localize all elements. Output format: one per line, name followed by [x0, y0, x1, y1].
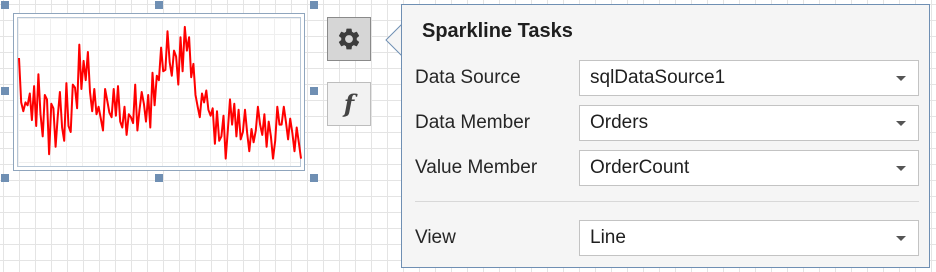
value-member-row: Value Member OrderCount — [402, 150, 929, 186]
function-icon: f — [343, 89, 355, 118]
value-member-label: Value Member — [415, 157, 538, 178]
data-source-value: sqlDataSource1 — [590, 67, 726, 88]
view-label: View — [415, 227, 456, 248]
panel-title: Sparkline Tasks — [422, 20, 573, 42]
view-value: Line — [590, 227, 626, 248]
expression-button[interactable]: f — [327, 82, 371, 126]
sparkline-control[interactable] — [13, 13, 305, 171]
value-member-value: OrderCount — [590, 157, 690, 178]
sparkline-line — [18, 25, 302, 160]
view-dropdown[interactable]: Line — [579, 220, 919, 256]
resize-handle-bottom-center[interactable] — [155, 174, 163, 182]
view-row: View Line — [402, 220, 929, 256]
data-member-dropdown[interactable]: Orders — [579, 105, 919, 141]
chevron-down-icon — [896, 121, 906, 126]
sparkline-tasks-panel: Sparkline Tasks Data Source sqlDataSourc… — [401, 4, 930, 268]
resize-handle-top-right[interactable] — [310, 1, 318, 9]
data-source-label: Data Source — [415, 67, 521, 88]
resize-handle-top-left[interactable] — [1, 1, 9, 9]
data-member-value: Orders — [590, 112, 649, 133]
chevron-down-icon — [896, 236, 906, 241]
resize-handle-bottom-left[interactable] — [1, 174, 9, 182]
value-member-dropdown[interactable]: OrderCount — [579, 150, 919, 186]
gear-icon — [338, 28, 360, 50]
chevron-down-icon — [896, 76, 906, 81]
data-source-dropdown[interactable]: sqlDataSource1 — [579, 60, 919, 96]
resize-handle-bottom-right[interactable] — [310, 174, 318, 182]
resize-handle-middle-left[interactable] — [1, 87, 9, 95]
data-member-row: Data Member Orders — [402, 105, 929, 141]
chevron-down-icon — [896, 166, 906, 171]
resize-handle-top-center[interactable] — [155, 1, 163, 9]
sparkline-chart — [18, 25, 302, 160]
data-source-row: Data Source sqlDataSource1 — [402, 60, 929, 96]
separator — [415, 201, 919, 202]
data-member-label: Data Member — [415, 112, 531, 133]
tasks-button[interactable] — [327, 17, 371, 61]
resize-handle-middle-right[interactable] — [310, 87, 318, 95]
